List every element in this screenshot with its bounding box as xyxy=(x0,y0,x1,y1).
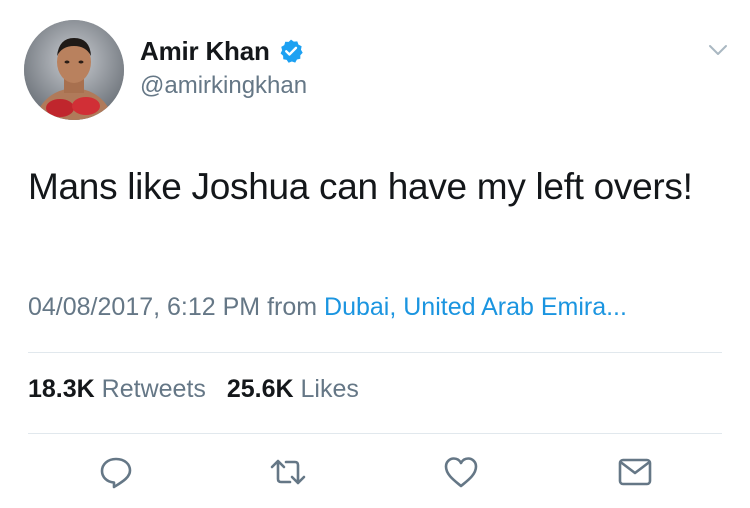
like-button[interactable] xyxy=(441,452,481,492)
tweet-text: Mans like Joshua can have my left overs! xyxy=(28,166,693,207)
profile-photo-icon xyxy=(24,20,124,120)
user-handle[interactable]: @amirkingkhan xyxy=(140,72,307,100)
from-label: from xyxy=(267,293,318,321)
action-bar xyxy=(0,452,750,492)
author-name-row: Amir Khan xyxy=(140,35,304,67)
reply-button[interactable] xyxy=(96,452,136,492)
likes-count: 25.6K xyxy=(226,375,294,403)
heart-icon xyxy=(444,457,478,488)
tweet-card: Amir Khan @amirkingkhan Mans like Joshua… xyxy=(0,0,750,508)
display-name[interactable]: Amir Khan xyxy=(140,36,270,67)
chevron-down-icon[interactable] xyxy=(706,38,730,62)
envelope-icon xyxy=(618,458,652,486)
retweet-button[interactable] xyxy=(268,452,308,492)
location-link[interactable]: Dubai, United Arab Emira... xyxy=(324,293,627,321)
likes-stat[interactable]: 25.6K Likes xyxy=(227,375,359,403)
retweet-icon xyxy=(270,459,306,485)
avatar[interactable] xyxy=(24,20,124,120)
divider xyxy=(28,433,722,434)
divider xyxy=(28,352,722,353)
timestamp[interactable]: 04/08/2017, 6:12 PM xyxy=(28,293,260,321)
engagement-stats: 18.3K Retweets 25.6K Likes xyxy=(28,375,359,404)
retweets-stat[interactable]: 18.3K Retweets xyxy=(28,375,206,403)
reply-icon xyxy=(100,457,132,489)
tweet-meta: 04/08/2017, 6:12 PM from Dubai, United A… xyxy=(28,293,627,322)
verified-badge-icon xyxy=(278,38,304,64)
likes-label: Likes xyxy=(300,375,359,403)
retweets-label: Retweets xyxy=(101,375,206,403)
retweets-count: 18.3K xyxy=(28,375,95,403)
direct-message-button[interactable] xyxy=(615,452,655,492)
